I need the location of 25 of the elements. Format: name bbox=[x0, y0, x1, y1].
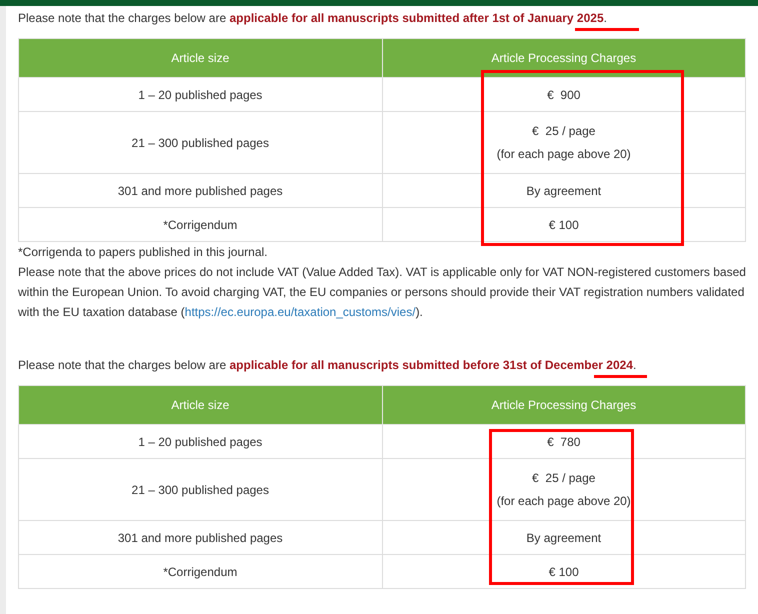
table-cell: 1 – 20 published pages bbox=[18, 78, 382, 112]
footnote-text: *Corrigenda to papers published in this journal. bbox=[18, 244, 268, 261]
table-cell: By agreement bbox=[382, 520, 746, 554]
notice-text: Please note that the charges below are applicable for all manuscripts submitted after 1st of January 2025. bbox=[18, 11, 746, 32]
table-cell: 301 and more published pages bbox=[18, 174, 382, 208]
table-cell: *Corrigendum bbox=[18, 554, 382, 588]
table-cell: By agreement bbox=[382, 174, 746, 208]
table-cell: *Corrigendum bbox=[18, 208, 382, 242]
table-cell: € 100 bbox=[382, 554, 746, 588]
table-cell: € 900 bbox=[382, 78, 746, 112]
column-header: Article Processing Charges bbox=[382, 386, 746, 424]
table-cell: 1 – 20 published pages bbox=[18, 424, 382, 458]
table-cell: 21 – 300 published pages bbox=[18, 112, 382, 174]
table-cell: 301 and more published pages bbox=[18, 520, 382, 554]
table-cell: € 25 / page (for each page above 20) bbox=[382, 112, 746, 174]
column-header: Article size bbox=[18, 38, 382, 78]
column-header: Article size bbox=[18, 386, 382, 424]
table-cell: 21 – 300 published pages bbox=[18, 458, 382, 520]
table-cell: € 25 / page (for each page above 20) bbox=[382, 458, 746, 520]
vies-link[interactable]: https://ec.europa.eu/taxation_customs/vies/ bbox=[184, 305, 416, 319]
column-header: Article Processing Charges bbox=[382, 38, 746, 78]
table-cell: € 780 bbox=[382, 424, 746, 458]
notice-text: Please note that the charges below are applicable for all manuscripts submitted before 31st of December 2024. bbox=[18, 358, 746, 379]
vat-note-text: Please note that the above prices do not include VAT (Value Added Tax). VAT is applicable only for VAT NON-registered customers based within the European Union. To avoid charging VAT, the EU companies or persons should provide their VAT registration numbers validated with the EU taxation database (https://ec.europa.eu/taxation_customs/vies/). bbox=[18, 264, 746, 321]
table-cell: € 100 bbox=[382, 208, 746, 242]
